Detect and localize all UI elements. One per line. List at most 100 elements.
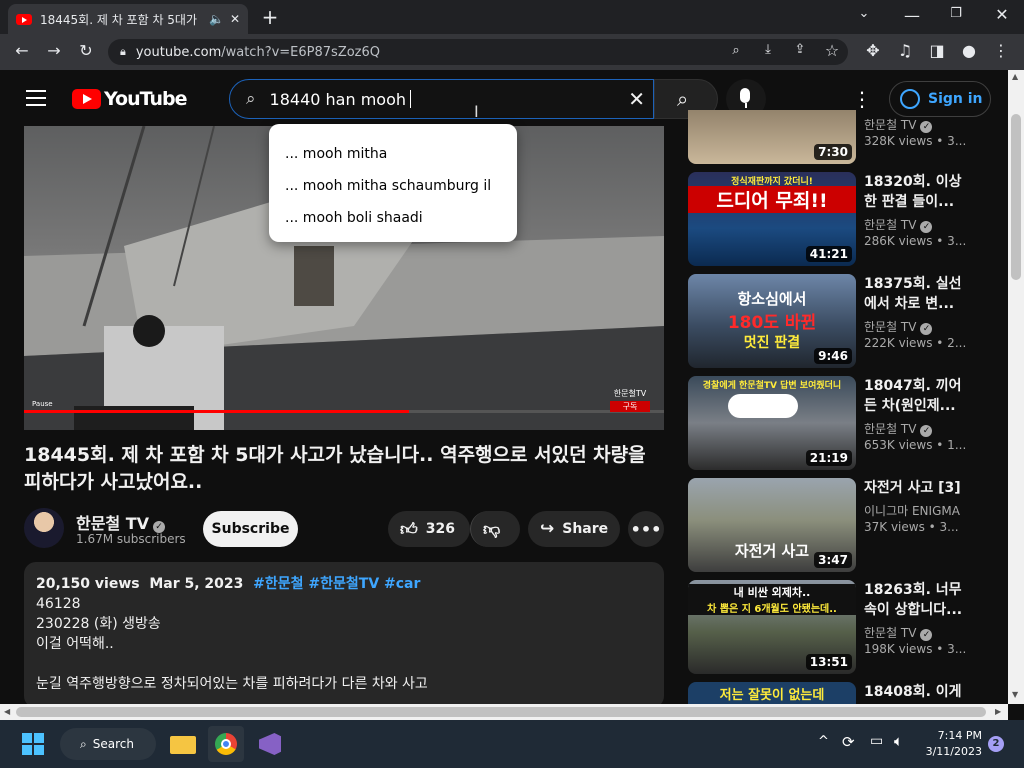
rec-channel-name: 한문철 TV	[864, 118, 917, 132]
rec-channel: 한문철 TV ✓	[864, 318, 933, 335]
video-thumbnail[interactable]: 저는 잘못이 없는데	[688, 682, 856, 704]
scrollbar-thumb[interactable]	[1011, 114, 1021, 280]
thumbnail-headline: 경찰에게 한문철TV 답변 보여줬더니	[702, 381, 842, 391]
network-icon[interactable]: ▭	[870, 733, 883, 749]
recommendation-item[interactable]: 7:30 328K views • 3... 한문철 TV ✓	[688, 110, 988, 166]
search-input[interactable]: 18440 han mooh	[270, 90, 406, 109]
rec-channel-name: 한문철 TV	[864, 626, 917, 640]
thumbnail-caption: 차 뽑은 지 6개월도 안됐는데..	[688, 600, 856, 615]
back-icon[interactable]: ←	[10, 41, 34, 60]
more-actions-button[interactable]: •••	[628, 511, 664, 547]
show-hidden-icons[interactable]: ^	[818, 734, 829, 749]
reload-icon[interactable]: ↻	[74, 41, 98, 60]
close-window-icon[interactable]: ✕	[990, 5, 1014, 24]
media-control-icon[interactable]: ♫	[894, 41, 916, 60]
recommendation-item[interactable]: 경찰에게 한문철TV 답변 보여줬더니 21:19 18047회. 끼어든 차(…	[688, 376, 988, 472]
suggestion-item[interactable]: ... mooh mitha schaumburg il	[269, 170, 517, 202]
watermark-brand: 한문철TV	[613, 389, 647, 398]
share-button[interactable]: ↪ Share	[528, 511, 620, 547]
video-thumbnail[interactable]: 경찰에게 한문철TV 답변 보여줬더니 21:19	[688, 376, 856, 470]
address-host: youtube.com	[135, 44, 222, 60]
rec-meta: 286K views • 3...	[864, 234, 967, 248]
thumbs-down-icon: 👎︎	[483, 519, 501, 540]
clear-search-icon[interactable]: ✕	[628, 87, 645, 111]
recommendation-item[interactable]: 항소심에서 180도 바뀐 멋진 판결 9:46 18375회. 실선에서 차로…	[688, 274, 988, 370]
thumbnail-headline: 내 비싼 외제차..	[688, 584, 856, 600]
tab-close-icon[interactable]: ✕	[230, 12, 240, 26]
recommendation-item[interactable]: 정식재판까지 갔더니! 드디어 무죄!! 41:21 18320회. 이상한 판…	[688, 172, 988, 268]
description-box[interactable]: 20,150 views Mar 5, 2023 #한문철 #한문철TV #ca…	[24, 562, 664, 708]
vertical-scrollbar[interactable]: ▲ ▼	[1008, 70, 1024, 704]
youtube-favicon-icon	[16, 13, 32, 25]
audio-playing-icon[interactable]: 🔈	[209, 12, 224, 26]
rec-channel: 한문철 TV ✓	[864, 116, 933, 133]
browser-menu-icon[interactable]: ⋮	[990, 41, 1012, 60]
hashtags[interactable]: #한문철 #한문철TV #car	[253, 576, 420, 592]
scroll-left-icon[interactable]: ◀	[4, 707, 10, 716]
channel-avatar[interactable]	[24, 508, 64, 548]
duration-badge: 7:30	[814, 144, 852, 160]
more-horizontal-icon: •••	[630, 519, 662, 539]
scroll-right-icon[interactable]: ▶	[995, 707, 1001, 716]
tab-search-icon[interactable]: ⌄	[852, 6, 876, 21]
video-thumbnail[interactable]: 항소심에서 180도 바뀐 멋진 판결 9:46	[688, 274, 856, 368]
tab-title: 18445회. 제 차 포함 차 5대가	[40, 12, 198, 27]
visual-studio-icon[interactable]	[252, 726, 288, 762]
taskbar-search[interactable]: ⌕ Search	[60, 728, 156, 760]
clock[interactable]: 7:14 PM 3/11/2023	[920, 728, 982, 760]
settings-more-icon[interactable]: ⋮	[852, 87, 872, 111]
search-box[interactable]: ⌕ 18440 han mooh ✕	[229, 79, 654, 119]
new-tab-icon[interactable]: +	[258, 5, 282, 29]
suggestion-item[interactable]: ... mooh boli shaadi	[269, 202, 517, 234]
volume-icon[interactable]: 🔈︎	[894, 732, 903, 750]
watermark-subscribe: 구독	[610, 401, 650, 412]
lock-icon[interactable]: 🔒︎	[120, 45, 126, 59]
horizontal-scrollbar[interactable]: ◀ ▶	[0, 704, 1008, 720]
like-button[interactable]: 👍︎ 326	[388, 511, 470, 547]
browser-tab[interactable]: 18445회. 제 차 포함 차 5대가 🔈 ✕	[8, 4, 248, 34]
chrome-taskbar-icon[interactable]	[208, 726, 244, 762]
recommendation-item[interactable]: 내 비싼 외제차.. 차 뽑은 지 6개월도 안됐는데.. 13:51 1826…	[688, 580, 988, 676]
subscriber-count: 1.67M subscribers	[76, 532, 186, 546]
bookmark-star-icon[interactable]: ☆	[822, 41, 842, 60]
dislike-button[interactable]: 👎︎	[470, 511, 520, 547]
hamburger-menu-icon[interactable]	[26, 90, 46, 106]
youtube-logo[interactable]: YouTube	[72, 88, 187, 110]
subscribe-button[interactable]: Subscribe	[203, 511, 298, 547]
side-panel-icon[interactable]: ◨	[926, 41, 948, 60]
restore-icon[interactable]: ❐	[944, 6, 968, 21]
channel-name[interactable]: 한문철 TV ✓	[76, 510, 166, 534]
video-title: 18445회. 제 차 포함 차 5대가 사고가 났습니다.. 역주행으로 서있…	[24, 444, 646, 493]
extensions-icon[interactable]: ✥	[862, 41, 884, 60]
video-thumbnail[interactable]: 정식재판까지 갔더니! 드디어 무죄!! 41:21	[688, 172, 856, 266]
verified-check-icon: ✓	[920, 323, 933, 335]
forward-icon[interactable]: →	[42, 41, 66, 60]
thumbnail-caption: 180도 바뀐	[727, 313, 817, 333]
rec-meta: 198K views • 3...	[864, 642, 967, 656]
recommendation-item[interactable]: 저는 잘못이 없는데 18408회. 이게	[688, 682, 988, 704]
suggestion-item[interactable]: ... mooh mitha	[269, 138, 517, 170]
sync-icon[interactable]: ⟳	[842, 733, 855, 751]
text-cursor-icon: I	[474, 102, 479, 121]
description-line: 230228 (화) 생방송	[36, 616, 161, 632]
install-app-icon[interactable]: ⤓	[758, 42, 778, 57]
scroll-down-icon[interactable]: ▼	[1012, 690, 1018, 699]
thumbs-up-icon: 👍︎	[400, 519, 418, 540]
scrollbar-thumb[interactable]	[16, 707, 986, 717]
video-thumbnail[interactable]: 내 비싼 외제차.. 차 뽑은 지 6개월도 안됐는데.. 13:51	[688, 580, 856, 674]
video-thumbnail[interactable]: 7:30	[688, 110, 856, 164]
share-page-icon[interactable]: ⇪	[790, 42, 810, 57]
description-meta: 20,150 views Mar 5, 2023 #한문철 #한문철TV #ca…	[36, 574, 652, 594]
minimize-icon[interactable]: —	[900, 6, 924, 25]
search-icon: ⌕	[677, 87, 689, 111]
zoom-search-icon[interactable]: ⌕	[726, 43, 746, 58]
windows-start-icon[interactable]	[16, 726, 52, 762]
profile-icon[interactable]: ●	[958, 41, 980, 60]
notification-badge[interactable]: 2	[988, 736, 1004, 752]
video-thumbnail[interactable]: 자전거 사고 3:47	[688, 478, 856, 572]
rec-channel-name: 한문철 TV	[864, 422, 917, 436]
recommendation-item[interactable]: 자전거 사고 3:47 자전거 사고 [3] 이니그마 ENIGMA 37K v…	[688, 478, 988, 574]
scroll-up-icon[interactable]: ▲	[1012, 72, 1018, 81]
file-explorer-icon[interactable]	[166, 726, 202, 762]
microphone-icon	[740, 88, 750, 103]
